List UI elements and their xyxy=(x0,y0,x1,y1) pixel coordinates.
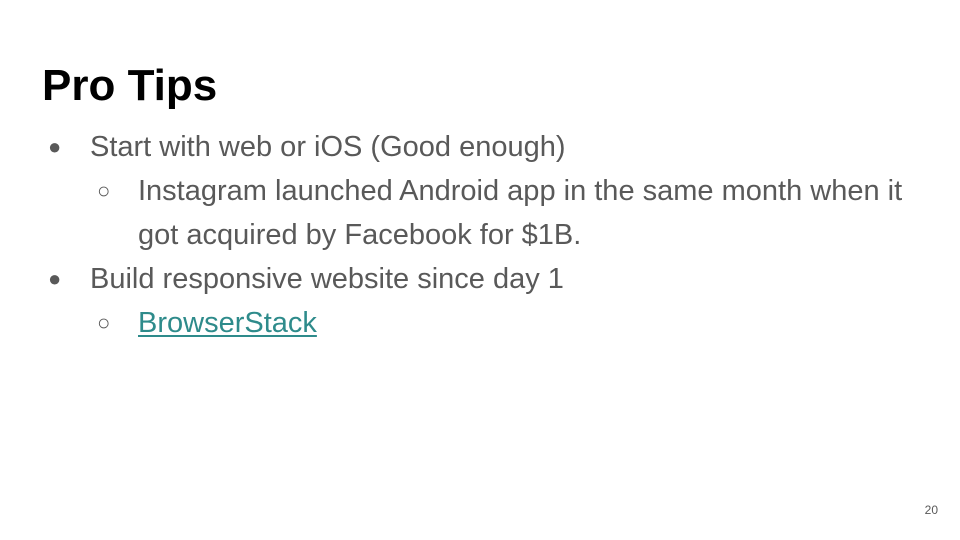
sub-bullet-item: ○ Instagram launched Android app in the … xyxy=(0,169,960,257)
bullet-text: Build responsive website since day 1 xyxy=(90,263,564,295)
slide: Pro Tips ● Start with web or iOS (Good e… xyxy=(0,0,960,540)
page-number: 20 xyxy=(924,503,938,517)
bullet-item: ● Build responsive website since day 1 xyxy=(0,257,960,301)
bullet-item: ● Start with web or iOS (Good enough) xyxy=(0,125,960,169)
filled-circle-bullet-icon: ● xyxy=(48,266,62,291)
hollow-circle-bullet-icon: ○ xyxy=(97,178,111,203)
browserstack-link[interactable]: BrowserStack xyxy=(138,307,317,339)
hollow-circle-bullet-icon: ○ xyxy=(97,310,111,335)
filled-circle-bullet-icon: ● xyxy=(48,134,62,159)
slide-title: Pro Tips xyxy=(42,61,218,110)
bullet-text: Start with web or iOS (Good enough) xyxy=(90,131,566,163)
bullet-list: ● Start with web or iOS (Good enough) ○ … xyxy=(0,125,960,345)
sub-bullet-text: Instagram launched Android app in the sa… xyxy=(138,175,903,251)
sub-bullet-item: ○ BrowserStack xyxy=(0,301,960,345)
